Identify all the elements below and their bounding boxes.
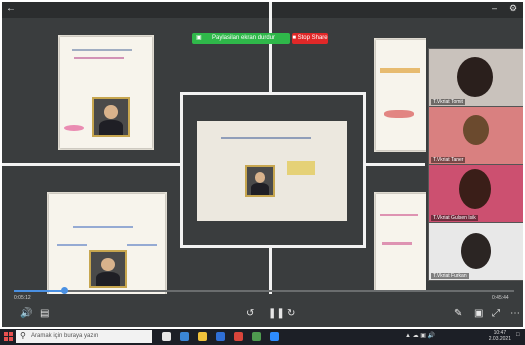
portrait-image: [89, 250, 127, 288]
participant-avatar: [457, 57, 493, 97]
stop-share-button[interactable]: ■ Stop Share: [292, 33, 328, 44]
participant-tile-2[interactable]: T.Vkriat Taner: [428, 106, 523, 165]
shared-image-top-right: [374, 38, 426, 152]
mail-icon[interactable]: [234, 332, 243, 341]
chrome-icon[interactable]: [252, 332, 261, 341]
participant-tile-3[interactable]: T.Vkriat Gulsen Isik: [428, 164, 523, 223]
participant-name: T.Vkriat Gulsen Isik: [431, 215, 478, 221]
pause-icon[interactable]: ❚❚: [268, 309, 285, 319]
participant-name: T.Vkriat Furkan: [431, 273, 469, 279]
edit-icon[interactable]: ✎: [454, 309, 462, 319]
captions-icon[interactable]: ▤: [40, 309, 49, 319]
participant-tile-4[interactable]: T.Vkriat Furkan: [428, 222, 523, 281]
center-image-frame: [180, 92, 366, 248]
zoom-icon[interactable]: [270, 332, 279, 341]
screen-share-view: ← – ⚙ ▣ Paylasilan ekran durdur ■ Stop S…: [2, 2, 523, 327]
participant-name: T.Vkriat Tomit: [431, 99, 465, 105]
progress-bar[interactable]: [14, 287, 514, 294]
progress-handle[interactable]: [61, 287, 68, 294]
clock-date: 2.03.2021: [488, 336, 511, 342]
top-bar: ← – ⚙: [2, 2, 523, 18]
screen-share-banner: ▣ Paylasilan ekran durdur: [192, 33, 290, 44]
rewind-icon[interactable]: ↺: [246, 309, 254, 319]
shared-image-top-left: [58, 35, 154, 150]
taskbar-search-input[interactable]: ⚲ Aramak için buraya yazın: [16, 330, 152, 343]
settings-icon[interactable]: ⚙: [509, 3, 517, 14]
participant-avatar: [461, 233, 491, 269]
shared-image-bottom-left: [47, 192, 167, 294]
store-icon[interactable]: [216, 332, 225, 341]
edge-icon[interactable]: [180, 332, 189, 341]
windows-start-icon[interactable]: [4, 332, 13, 341]
share-message: Paylasilan ekran durdur: [212, 35, 276, 41]
participant-name: T.Vkriat Taner: [431, 157, 466, 163]
total-duration: 0:45:44: [492, 295, 509, 301]
taskbar-clock[interactable]: 10:47 2.03.2021: [489, 330, 511, 342]
participant-avatar: [459, 169, 491, 209]
shared-image-bottom-right: [374, 192, 426, 292]
share-icon: ▣: [196, 35, 202, 41]
forward-icon[interactable]: ↻: [287, 309, 295, 319]
window-icon[interactable]: ▣: [474, 309, 483, 319]
portrait-image: [245, 165, 275, 197]
search-placeholder: Aramak için buraya yazın: [31, 333, 99, 339]
participant-tile-1[interactable]: T.Vkriat Tomit: [428, 48, 523, 107]
progress-fill: [14, 290, 64, 292]
back-arrow-icon[interactable]: ←: [6, 3, 16, 14]
more-icon[interactable]: ⋯: [510, 309, 520, 319]
taskbar: ⚲ Aramak için buraya yazın ▲ ☁ ▣ 🔊 10:47…: [0, 329, 525, 345]
shared-image-center: [197, 121, 347, 221]
volume-icon[interactable]: 🔊: [20, 309, 32, 319]
system-tray-icons[interactable]: ▲ ☁ ▣ 🔊: [405, 332, 435, 339]
fullscreen-icon[interactable]: ⤢: [492, 309, 500, 319]
file-explorer-icon[interactable]: [198, 332, 207, 341]
elapsed-time: 0:05:12: [14, 295, 31, 301]
notifications-icon[interactable]: □: [516, 332, 520, 338]
participant-avatar: [463, 115, 489, 145]
search-icon: ⚲: [20, 331, 26, 340]
minimize-icon[interactable]: –: [492, 3, 497, 13]
task-view-icon[interactable]: [162, 332, 171, 341]
portrait-image: [92, 97, 130, 137]
